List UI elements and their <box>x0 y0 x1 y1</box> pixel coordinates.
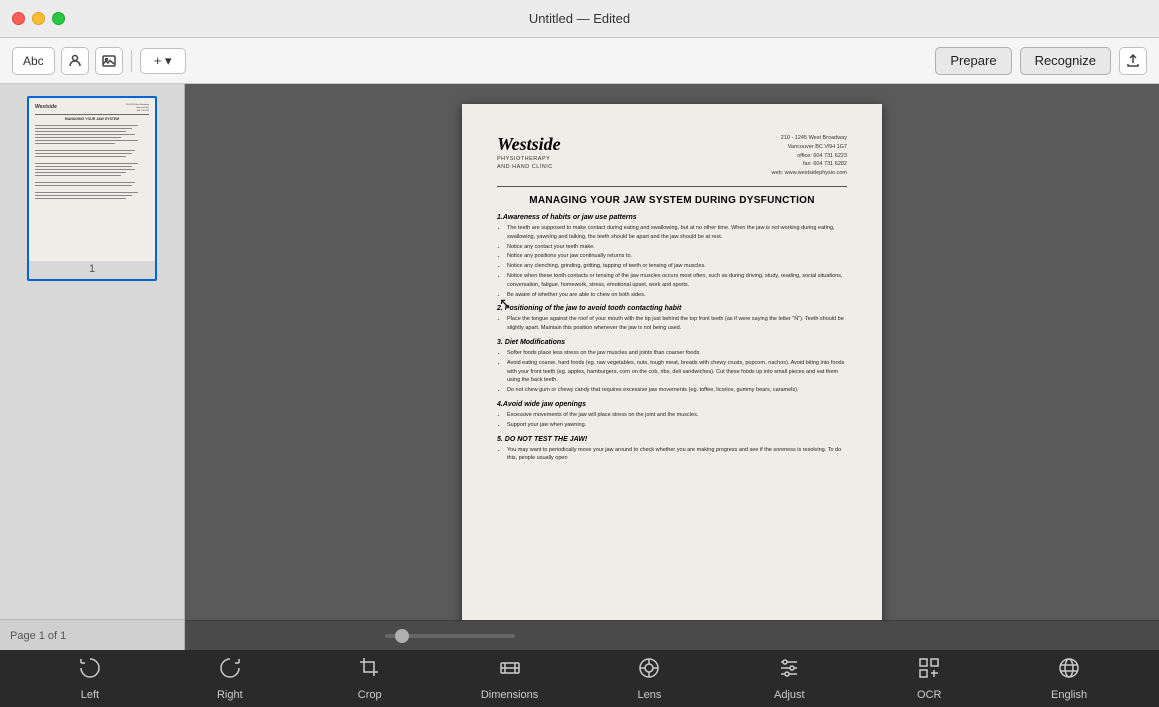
document-page: Westside PHYSIOTHERAPYAND HAND CLINIC 21… <box>462 104 882 620</box>
doc-section4-list: Excessive movements of the jaw will plac… <box>497 411 847 430</box>
doc-section3-title: 3. Diet Modifications <box>497 339 847 346</box>
rotate-right-label: Right <box>217 689 243 701</box>
doc-s1-b6: Be aware of whether you are able to chew… <box>507 291 847 300</box>
rotate-left-label: Left <box>81 689 99 701</box>
crop-label: Crop <box>358 689 382 701</box>
address-fax: fax: 604 731 6282 <box>771 160 847 169</box>
rotate-right-tool[interactable]: Right <box>195 656 265 701</box>
lens-tool[interactable]: Lens <box>614 656 684 701</box>
doc-section1-list: The teeth are supposed to make contact d… <box>497 224 847 299</box>
doc-section2-title: 2. Positioning of the jaw to avoid tooth… <box>497 305 847 312</box>
doc-section3-list: Softer foods place less stress on the ja… <box>497 349 847 395</box>
text-tool-button[interactable]: Abc <box>12 47 55 75</box>
doc-title: MANAGING YOUR JAW SYSTEM DURING DYSFUNCT… <box>497 195 847 206</box>
doc-s1-b3: Notice any positions your jaw continuall… <box>507 252 847 261</box>
address-web: web: www.westsidephysio.com <box>771 169 847 178</box>
lens-icon <box>637 656 661 686</box>
zoom-slider-track[interactable] <box>385 634 515 638</box>
doc-s1-b1: The teeth are supposed to make contact d… <box>507 224 847 242</box>
doc-s3-b2: Avoid eating coarse, hard foods (eg. raw… <box>507 359 847 385</box>
crop-tool[interactable]: Crop <box>335 656 405 701</box>
share-button[interactable] <box>1119 47 1147 75</box>
doc-s4-b1: Excessive movements of the jaw will plac… <box>507 411 847 420</box>
doc-s1-b4: Notice any clenching, grinding, gritting… <box>507 262 847 271</box>
mini-document: Westside 210-1245 West BroadwayVancouver… <box>29 98 155 205</box>
dimensions-label: Dimensions <box>481 689 538 701</box>
globe-icon <box>1057 656 1081 686</box>
doc-header: Westside PHYSIOTHERAPYAND HAND CLINIC 21… <box>497 134 847 178</box>
doc-divider <box>497 186 847 187</box>
dimensions-icon <box>498 656 522 686</box>
rotate-left-tool[interactable]: Left <box>55 656 125 701</box>
adjust-tool[interactable]: Adjust <box>754 656 824 701</box>
document-scroll[interactable]: Westside PHYSIOTHERAPYAND HAND CLINIC 21… <box>185 84 1159 620</box>
crop-icon <box>358 656 382 686</box>
sidebar-bottom: Page 1 of 1 <box>0 619 184 650</box>
window-controls <box>12 12 65 25</box>
doc-s3-b1: Softer foods place less stress on the ja… <box>507 349 847 358</box>
doc-address: 210 - 1245 West Broadway Vancouver BC V6… <box>771 134 847 178</box>
ocr-label: OCR <box>917 689 941 701</box>
image-tool-button[interactable] <box>95 47 123 75</box>
maximize-button[interactable] <box>52 12 65 25</box>
sidebar-pages: Westside 210-1245 West BroadwayVancouver… <box>0 84 184 619</box>
doc-section5-list: You may want to periodically move your j… <box>497 446 847 464</box>
rotate-right-icon <box>218 656 242 686</box>
ocr-tool[interactable]: OCR <box>894 656 964 701</box>
doc-s4-b2: Support your jaw when yawning. <box>507 421 847 430</box>
adjust-label: Adjust <box>774 689 805 701</box>
page-status: Page 1 of 1 <box>10 630 66 642</box>
add-button[interactable]: + ▾ <box>140 48 186 74</box>
toolbar-actions: Prepare Recognize <box>935 47 1147 75</box>
titlebar: Untitled — Edited <box>0 0 1159 38</box>
doc-s3-b3: Do not chew gum or chewy candy that requ… <box>507 386 847 395</box>
doc-section4-title: 4.Avoid wide jaw openings <box>497 401 847 408</box>
page-thumb-image: Westside 210-1245 West BroadwayVancouver… <box>29 98 155 261</box>
address-line2: Vancouver BC V6H 1G7 <box>771 143 847 152</box>
person-tool-button[interactable] <box>61 47 89 75</box>
close-button[interactable] <box>12 12 25 25</box>
bottom-toolbar: Left Right Crop Dimensions <box>0 650 1159 707</box>
address-phone: office: 604 731 6223 <box>771 152 847 161</box>
prepare-button[interactable]: Prepare <box>935 47 1011 75</box>
recognize-button[interactable]: Recognize <box>1020 47 1111 75</box>
doc-section1-title: 1.Awareness of habits or jaw use pattern… <box>497 214 847 221</box>
doc-logo-subtext: PHYSIOTHERAPYAND HAND CLINIC <box>497 155 561 172</box>
ocr-icon <box>917 656 941 686</box>
minimize-button[interactable] <box>32 12 45 25</box>
window-title: Untitled — Edited <box>529 11 630 26</box>
page-thumbnail-1[interactable]: Westside 210-1245 West BroadwayVancouver… <box>27 96 157 281</box>
text-tool-label: Abc <box>23 54 44 68</box>
main-content: Westside 210-1245 West BroadwayVancouver… <box>0 84 1159 650</box>
address-line1: 210 - 1245 West Broadway <box>771 134 847 143</box>
image-icon <box>102 54 116 68</box>
doc-s1-b2: Notice any contact your teeth make. <box>507 243 847 252</box>
doc-section5-title: 5. DO NOT TEST THE JAW! <box>497 436 847 443</box>
zoom-slider-thumb[interactable] <box>395 629 409 643</box>
document-area: Westside PHYSIOTHERAPYAND HAND CLINIC 21… <box>185 84 1159 650</box>
doc-logo-text: Westside <box>497 134 561 155</box>
doc-s1-b5: Notice when these tooth contacts or tens… <box>507 272 847 290</box>
zoom-area <box>185 620 1159 650</box>
adjust-icon <box>777 656 801 686</box>
person-icon <box>68 54 82 68</box>
english-label: English <box>1051 689 1087 701</box>
doc-logo: Westside PHYSIOTHERAPYAND HAND CLINIC <box>497 134 561 172</box>
doc-s5-b1: You may want to periodically move your j… <box>507 446 847 464</box>
doc-s2-b1: Place the tongue against the roof of you… <box>507 315 847 333</box>
cursor-indicator: ↖ <box>499 295 511 312</box>
lens-label: Lens <box>638 689 662 701</box>
sidebar: Westside 210-1245 West BroadwayVancouver… <box>0 84 185 650</box>
page-number-label: 1 <box>29 261 155 279</box>
add-button-label: + ▾ <box>154 53 172 69</box>
rotate-left-icon <box>78 656 102 686</box>
english-tool[interactable]: English <box>1034 656 1104 701</box>
doc-section2-list: Place the tongue against the roof of you… <box>497 315 847 333</box>
share-icon <box>1126 54 1140 68</box>
dimensions-tool[interactable]: Dimensions <box>475 656 545 701</box>
toolbar: Abc + ▾ Prepare Recognize <box>0 38 1159 84</box>
toolbar-divider <box>131 50 132 72</box>
